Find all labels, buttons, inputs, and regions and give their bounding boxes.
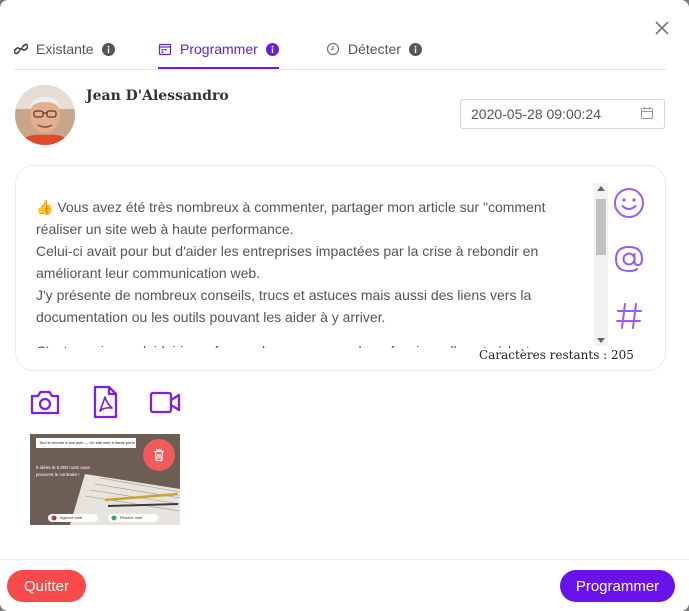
trash-icon <box>152 448 166 462</box>
calendar-icon <box>158 42 172 56</box>
smiley-icon[interactable] <box>612 186 646 220</box>
link-icon <box>14 42 28 56</box>
post-editor: 👍 Vous avez été très nombreux à commente… <box>15 165 666 371</box>
post-line: 👍 Vous avez été très nombreux à commente… <box>36 199 546 237</box>
tab-bar: Existante Programmer Détecter <box>14 30 667 70</box>
author-name: Jean D'Alessandro <box>86 88 229 104</box>
clock-icon <box>326 42 340 56</box>
thumbnail-caption: 5 idées et 5.000 mots vous prouvent le c… <box>36 465 90 477</box>
thumbnail-chip-right: Rédact. web <box>120 515 143 520</box>
attachment-thumbnail: Tout le monde a son avis — Un site web à… <box>30 434 180 525</box>
camera-icon[interactable] <box>28 385 62 419</box>
avatar <box>15 85 75 145</box>
thumbnail-headline: Tout le monde a son avis — Un site web à… <box>39 440 135 445</box>
scroll-thumb[interactable] <box>596 199 606 255</box>
calendar-icon[interactable] <box>640 106 654 123</box>
schedule-datetime-field[interactable]: 2020-05-28 09:00:24 <box>460 99 665 129</box>
delete-attachment-button[interactable] <box>143 439 175 471</box>
post-line: Celui-ci avait pour but d'aider les entr… <box>36 243 539 281</box>
program-button[interactable]: Programmer <box>560 570 675 602</box>
info-icon[interactable] <box>265 42 279 56</box>
at-icon[interactable] <box>612 242 646 276</box>
tab-existante[interactable]: Existante <box>14 30 115 68</box>
tab-existante-label: Existante <box>36 41 94 57</box>
scroll-down-arrow[interactable] <box>597 338 605 343</box>
footer-divider <box>0 559 689 560</box>
tab-detecter[interactable]: Détecter <box>326 30 422 68</box>
thumbnail-chip-left: Agence web <box>60 515 83 520</box>
quit-button[interactable]: Quitter <box>7 570 86 602</box>
pdf-icon[interactable] <box>88 385 122 419</box>
info-icon[interactable] <box>408 42 422 56</box>
tab-programmer-label: Programmer <box>180 41 258 57</box>
video-icon[interactable] <box>148 385 182 419</box>
tab-programmer[interactable]: Programmer <box>158 30 279 69</box>
tab-detecter-label: Détecter <box>348 41 401 57</box>
scroll-up-arrow[interactable] <box>597 186 605 191</box>
characters-remaining: Caractères restants : 205 <box>479 348 634 362</box>
post-line: J'y présente de nombreux conseils, trucs… <box>36 287 532 325</box>
schedule-datetime-value: 2020-05-28 09:00:24 <box>471 106 601 122</box>
editor-scrollbar[interactable] <box>594 183 608 346</box>
post-line: C'est aussi une plaidoirie en faveur des… <box>36 340 588 348</box>
info-icon[interactable] <box>101 42 115 56</box>
post-textarea[interactable]: 👍 Vous avez été très nombreux à commente… <box>36 196 588 348</box>
hashtag-icon[interactable] <box>612 299 646 333</box>
schedule-post-modal: Existante Programmer Détecter Jean D'Ale… <box>0 0 689 611</box>
